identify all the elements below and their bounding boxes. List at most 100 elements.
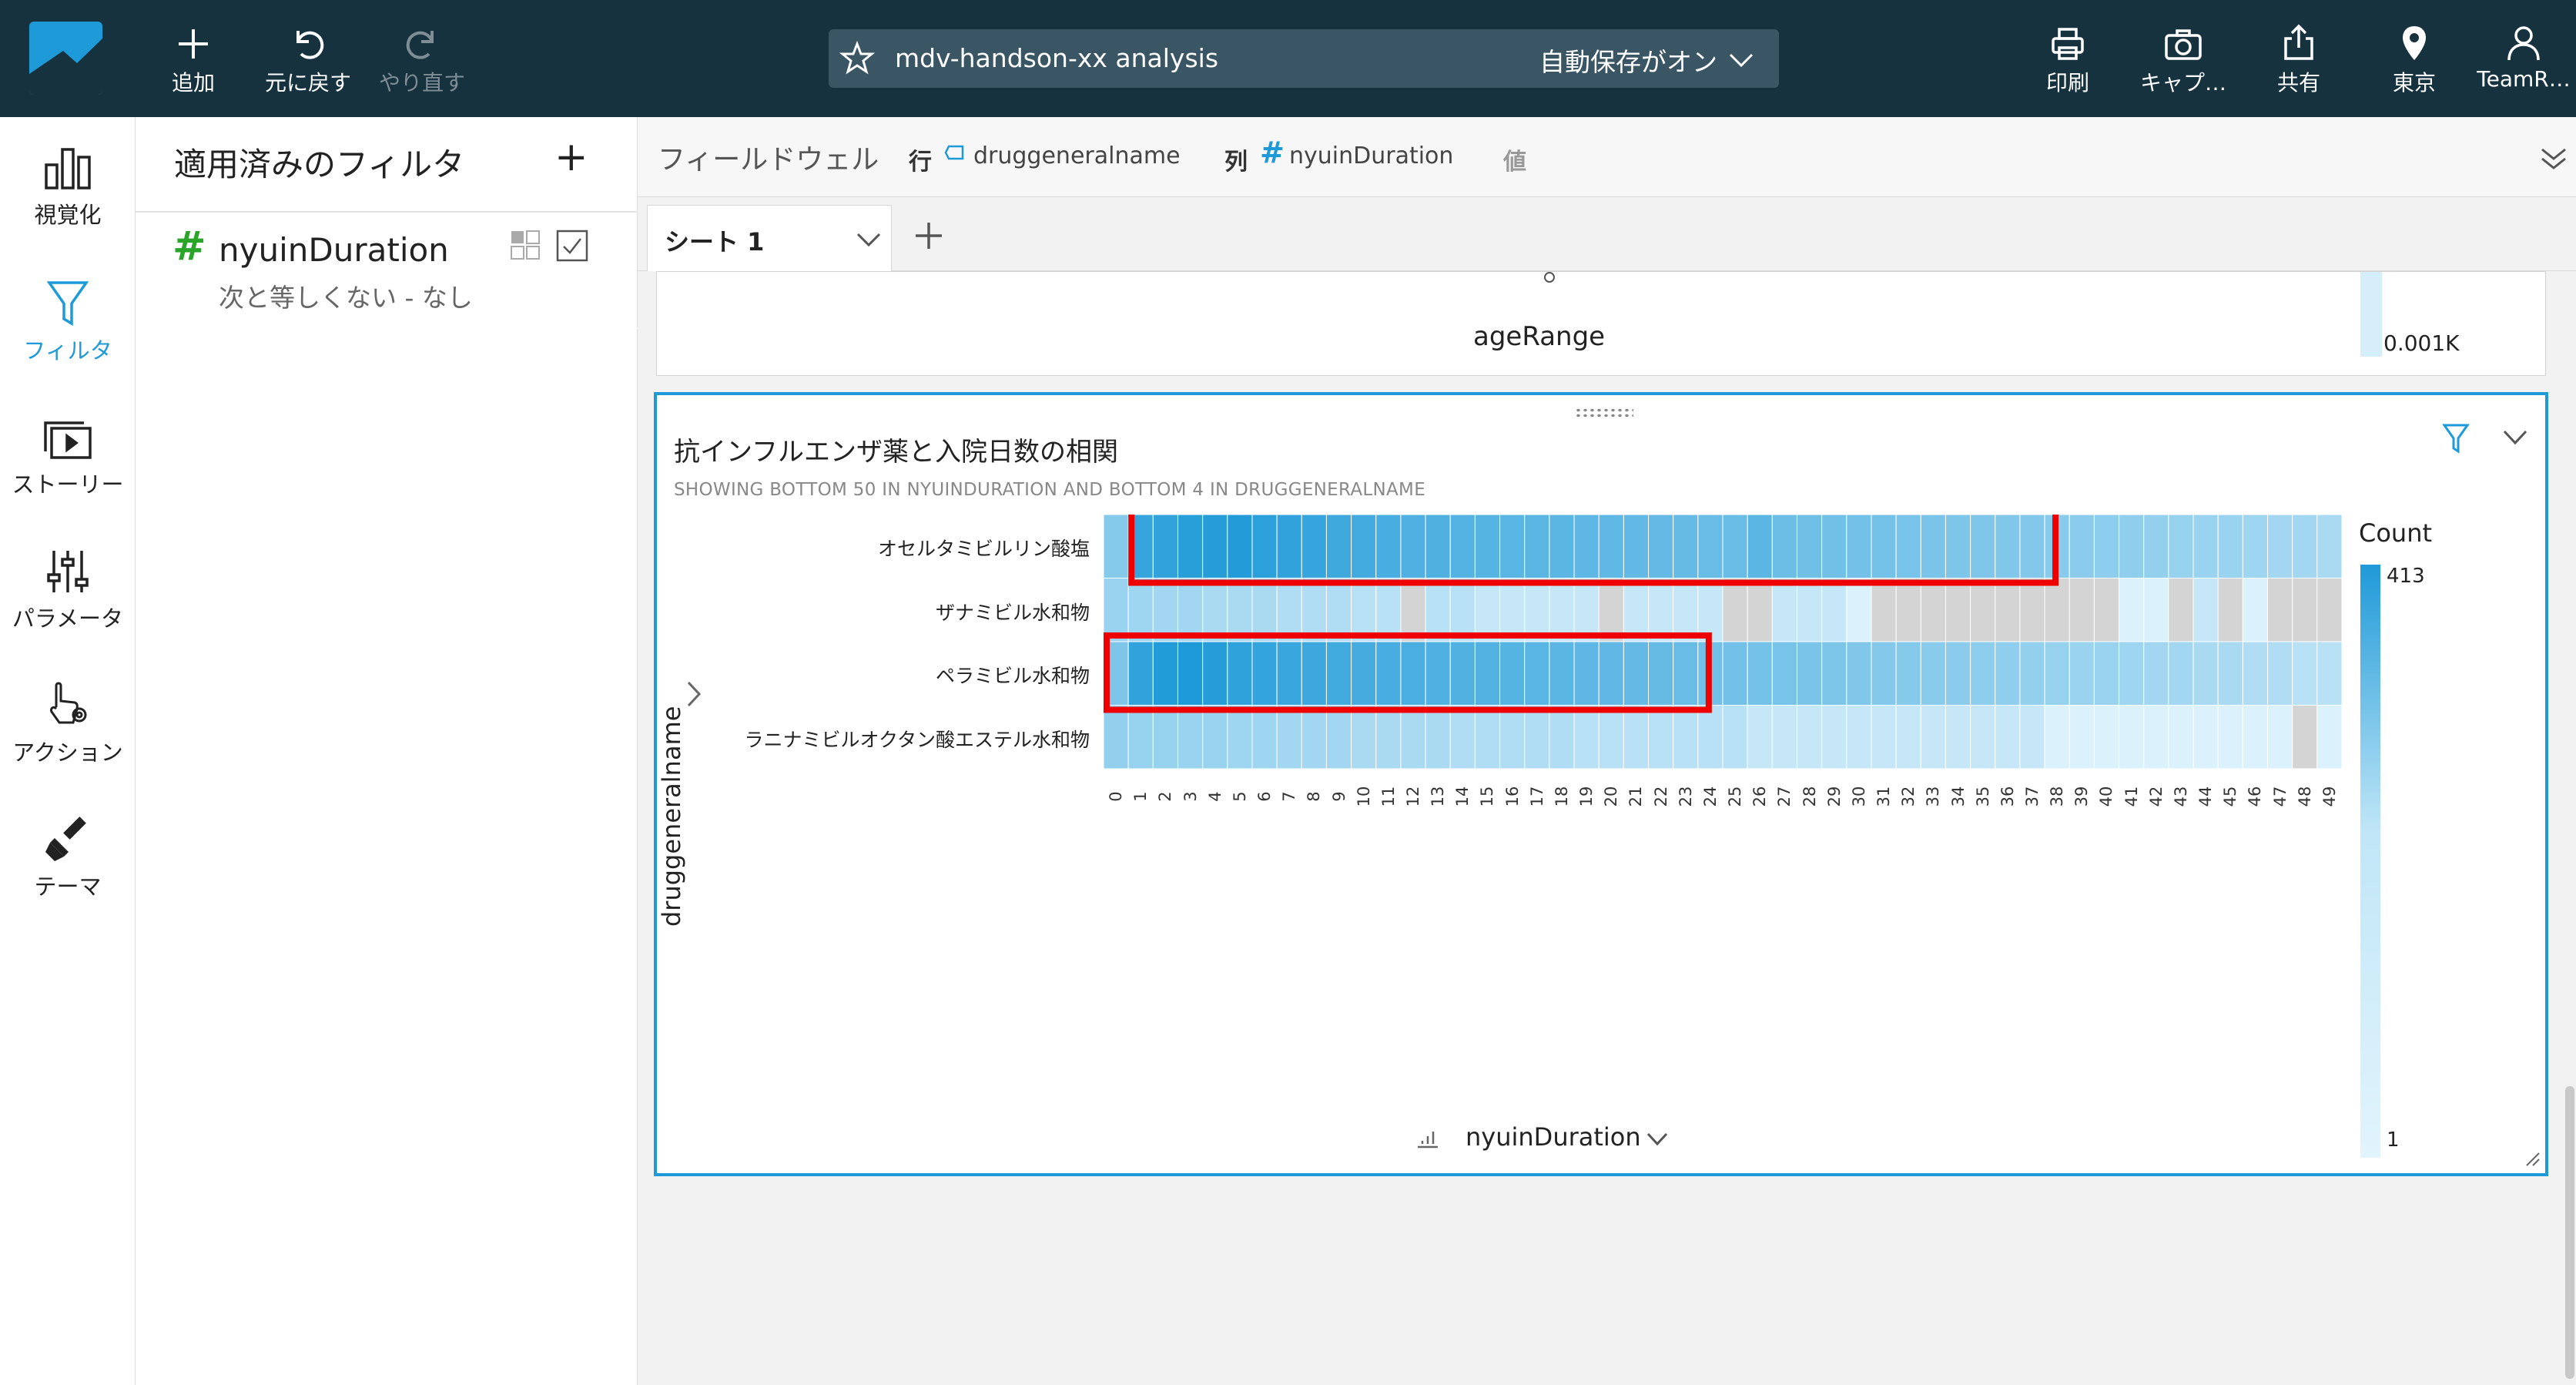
heatmap-cell[interactable] <box>2217 705 2243 770</box>
heatmap-cell[interactable] <box>1202 515 1228 578</box>
heatmap-cell[interactable] <box>1524 515 1550 578</box>
heatmap-cell[interactable] <box>1301 578 1327 642</box>
heatmap-cell[interactable] <box>2143 515 2169 578</box>
heatmap-cell[interactable] <box>2119 705 2145 770</box>
heatmap-cell[interactable] <box>2168 705 2194 770</box>
expand-chevron-icon[interactable] <box>685 680 703 708</box>
heatmap-cell[interactable] <box>1449 705 1476 770</box>
heatmap-cell[interactable] <box>1598 641 1624 706</box>
heatmap-cell[interactable] <box>1351 705 1377 770</box>
rail-item-theme[interactable]: テーマ <box>0 803 136 901</box>
heatmap-cell[interactable] <box>1623 641 1650 706</box>
analysis-name[interactable]: mdv-handson-xx analysis <box>895 43 1218 73</box>
heatmap-cell[interactable] <box>2119 641 2145 706</box>
heatmap-cell[interactable] <box>1276 641 1302 706</box>
heatmap-cell[interactable] <box>2267 578 2293 642</box>
heatmap-cell[interactable] <box>2192 578 2219 642</box>
heatmap-cell[interactable] <box>1449 578 1476 642</box>
heatmap-cell[interactable] <box>1325 705 1352 770</box>
page-scrollbar[interactable] <box>2565 1086 2574 1379</box>
add-sheet-button[interactable] <box>913 220 944 251</box>
heatmap-cell[interactable] <box>1598 515 1624 578</box>
heatmap-cell[interactable] <box>1747 705 1773 770</box>
capture-button[interactable]: キャプ… <box>2133 17 2233 102</box>
heatmap-cell[interactable] <box>1127 705 1154 770</box>
heatmap-cell[interactable] <box>1152 641 1178 706</box>
heatmap-cell[interactable] <box>1325 641 1352 706</box>
heatmap-cell[interactable] <box>1573 515 1600 578</box>
heatmap-cell[interactable] <box>1202 705 1228 770</box>
heatmap-cell[interactable] <box>1152 705 1178 770</box>
heatmap-cell[interactable] <box>2192 641 2219 706</box>
heatmap-cell[interactable] <box>2267 641 2293 706</box>
heatmap-cell[interactable] <box>1524 641 1550 706</box>
heatmap-cell[interactable] <box>1351 641 1377 706</box>
heatmap-cell[interactable] <box>1871 515 1897 578</box>
heatmap-cell[interactable] <box>1895 705 1921 770</box>
heatmap-cell[interactable] <box>1821 641 1847 706</box>
heatmap-cell[interactable] <box>1895 515 1921 578</box>
rail-item-actions[interactable]: アクション <box>0 669 136 767</box>
share-button[interactable]: 共有 <box>2264 17 2333 102</box>
heatmap-cell[interactable] <box>1747 641 1773 706</box>
heatmap-cell[interactable] <box>1722 705 1748 770</box>
heatmap-cell[interactable] <box>1821 705 1847 770</box>
heatmap-cell[interactable] <box>1449 515 1476 578</box>
heatmap-cell[interactable] <box>2019 578 2045 642</box>
heatmap-cell[interactable] <box>2119 515 2145 578</box>
quicksight-logo[interactable] <box>29 22 102 95</box>
heatmap-cell[interactable] <box>1227 515 1253 578</box>
drag-handle[interactable] <box>1575 407 1633 418</box>
heatmap-cell[interactable] <box>2093 515 2120 578</box>
heatmap-cell[interactable] <box>1920 641 1946 706</box>
heatmap-cell[interactable] <box>2267 705 2293 770</box>
heatmap-cell[interactable] <box>2217 515 2243 578</box>
heatmap-cell[interactable] <box>2044 578 2070 642</box>
heatmap-cell[interactable] <box>1325 578 1352 642</box>
y-axis-title[interactable]: druggeneralname <box>657 706 688 927</box>
heatmap-cell[interactable] <box>1177 578 1204 642</box>
heatmap-cell[interactable] <box>1673 515 1699 578</box>
heatmap-cell[interactable] <box>1524 705 1550 770</box>
heatmap-cell[interactable] <box>1771 641 1797 706</box>
heatmap-cell[interactable] <box>2292 515 2318 578</box>
heatmap-cell[interactable] <box>1351 515 1377 578</box>
heatmap-cell[interactable] <box>1722 641 1748 706</box>
visual-partial[interactable]: ageRange 0.001K <box>656 271 2546 376</box>
heatmap-cell[interactable] <box>1375 641 1402 706</box>
heatmap-cell[interactable] <box>2168 641 2194 706</box>
heatmap-cell[interactable] <box>1623 578 1650 642</box>
heatmap-cell[interactable] <box>1375 515 1402 578</box>
heatmap-cell[interactable] <box>1648 578 1674 642</box>
field-well-title[interactable]: フィールドウェル <box>658 137 879 177</box>
heatmap-cell[interactable] <box>2217 578 2243 642</box>
heatmap-cell[interactable] <box>1821 515 1847 578</box>
heatmap-cell[interactable] <box>1871 705 1897 770</box>
heatmap-cell[interactable] <box>1648 641 1674 706</box>
heatmap-cell[interactable] <box>1202 578 1228 642</box>
heatmap-grid[interactable] <box>1104 515 2342 769</box>
heatmap-cell[interactable] <box>1104 578 1129 642</box>
heatmap-cell[interactable] <box>2242 705 2269 770</box>
heatmap-cell[interactable] <box>1673 578 1699 642</box>
add-button[interactable]: 追加 <box>151 17 236 102</box>
heatmap-cell[interactable] <box>1796 578 1823 642</box>
heatmap-cell[interactable] <box>1152 578 1178 642</box>
heatmap-cell[interactable] <box>1573 705 1600 770</box>
heatmap-cell[interactable] <box>2069 578 2095 642</box>
heatmap-cell[interactable] <box>1227 641 1253 706</box>
heatmap-cell[interactable] <box>2292 578 2318 642</box>
heatmap-cell[interactable] <box>1846 578 1872 642</box>
row-well-field[interactable]: druggeneralname <box>973 143 1181 169</box>
heatmap-cell[interactable] <box>1152 515 1178 578</box>
heatmap-cell[interactable] <box>2217 641 2243 706</box>
heatmap-cell[interactable] <box>1499 705 1526 770</box>
heatmap-cell[interactable] <box>1351 578 1377 642</box>
heatmap-cell[interactable] <box>1648 515 1674 578</box>
heatmap-cell[interactable] <box>2019 515 2045 578</box>
heatmap-cell[interactable] <box>1524 578 1550 642</box>
heatmap-cell[interactable] <box>1251 641 1278 706</box>
heatmap-cell[interactable] <box>2044 705 2070 770</box>
region-button[interactable]: 東京 <box>2380 17 2449 102</box>
rail-item-parameters[interactable]: パラメータ <box>0 535 136 633</box>
